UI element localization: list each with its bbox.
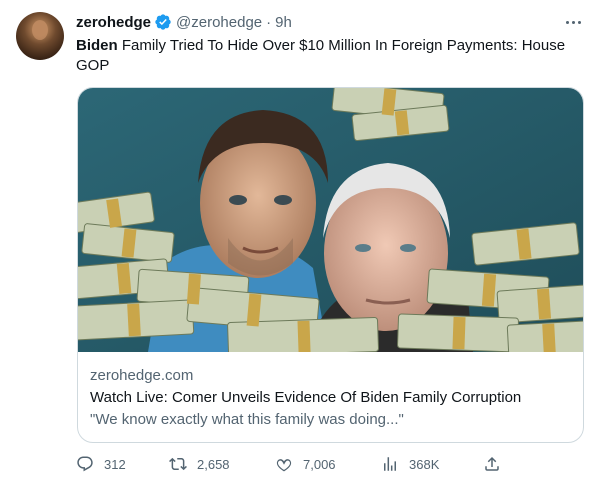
heart-icon bbox=[276, 459, 292, 472]
retweet-button[interactable]: 2,658 bbox=[169, 455, 230, 473]
card-title: Watch Live: Comer Unveils Evidence Of Bi… bbox=[90, 389, 522, 406]
tweet-text: Biden Family Tried To Hide Over $10 Mill… bbox=[76, 36, 582, 76]
display-name[interactable]: zerohedge bbox=[76, 14, 151, 31]
retweet-count: 2,658 bbox=[197, 456, 230, 472]
card-image[interactable] bbox=[78, 88, 583, 352]
reply-count: 312 bbox=[104, 456, 126, 472]
like-count: 7,006 bbox=[303, 456, 336, 472]
timestamp[interactable]: 9h bbox=[275, 14, 292, 31]
like-button[interactable]: 7,006 bbox=[275, 455, 336, 473]
separator: · bbox=[266, 13, 272, 31]
retweet-icon bbox=[169, 457, 187, 471]
card-domain: zerohedge.com bbox=[90, 367, 194, 384]
tweet-header: zerohedge @zerohedge · 9h bbox=[76, 13, 292, 31]
verified-badge-icon bbox=[155, 14, 171, 30]
card-description: "We know exactly what this family was do… bbox=[90, 411, 404, 428]
reply-button[interactable]: 312 bbox=[76, 455, 126, 473]
avatar[interactable] bbox=[16, 12, 64, 60]
handle[interactable]: @zerohedge bbox=[176, 14, 262, 31]
tweet-text-bold: Biden bbox=[76, 37, 118, 54]
action-bar: 312 2,658 7,006 368K bbox=[76, 447, 580, 481]
bar-chart-icon bbox=[384, 457, 396, 471]
tweet-text-rest: Family Tried To Hide Over $10 Million In… bbox=[76, 37, 566, 74]
more-horizontal-icon[interactable] bbox=[561, 12, 585, 32]
card-meta[interactable]: zerohedge.com Watch Live: Comer Unveils … bbox=[90, 366, 570, 430]
link-card[interactable]: zerohedge.com Watch Live: Comer Unveils … bbox=[77, 87, 584, 443]
views-button[interactable]: 368K bbox=[381, 455, 439, 473]
card-image-illustration bbox=[78, 88, 583, 352]
view-count: 368K bbox=[409, 456, 440, 472]
share-icon bbox=[485, 456, 499, 471]
reply-icon bbox=[77, 456, 93, 472]
share-button[interactable] bbox=[483, 455, 511, 473]
tweet[interactable]: zerohedge @zerohedge · 9h Biden Family T… bbox=[0, 0, 598, 484]
